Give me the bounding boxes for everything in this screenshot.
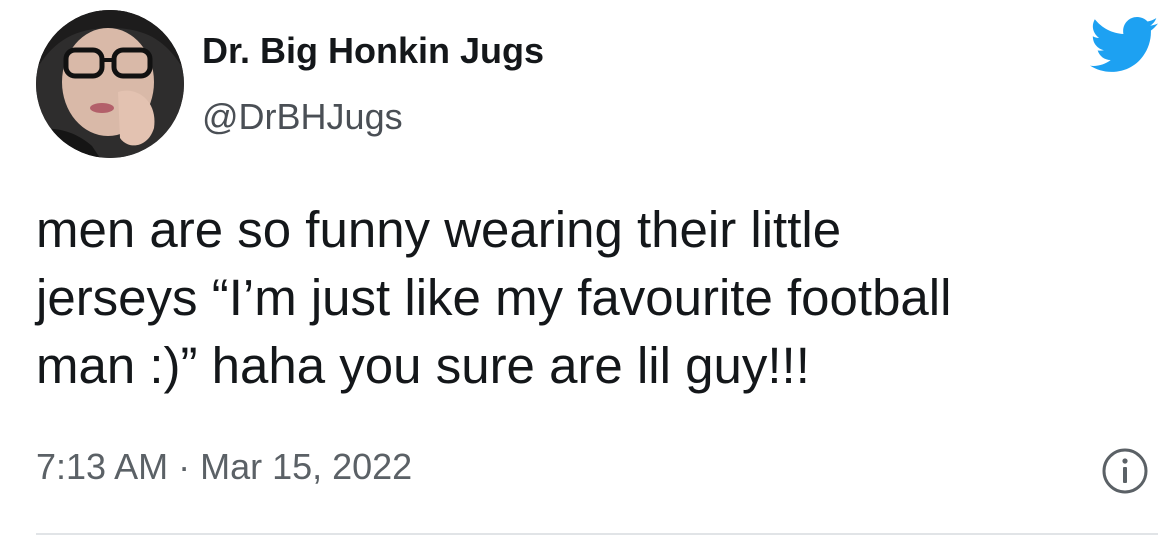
divider [36, 533, 1158, 535]
tweet-timestamp[interactable]: 7:13 AM · Mar 15, 2022 [36, 446, 412, 488]
avatar-photo [36, 10, 184, 158]
tweet-text-line: man :)” haha you sure are lil guy!!! [36, 337, 810, 394]
info-icon[interactable] [1100, 446, 1150, 496]
twitter-bird-icon[interactable] [1090, 16, 1158, 74]
author-display-name[interactable]: Dr. Big Honkin Jugs [202, 30, 544, 72]
avatar[interactable] [36, 10, 184, 158]
tweet-text: men are so funny wearing their little je… [36, 196, 1156, 400]
author-handle[interactable]: @DrBHJugs [202, 96, 403, 138]
tweet-text-line: men are so funny wearing their little [36, 201, 842, 258]
tweet-text-line: jerseys “I’m just like my favourite foot… [36, 269, 952, 326]
tweet-card: Dr. Big Honkin Jugs @DrBHJugs men are so… [0, 0, 1170, 552]
